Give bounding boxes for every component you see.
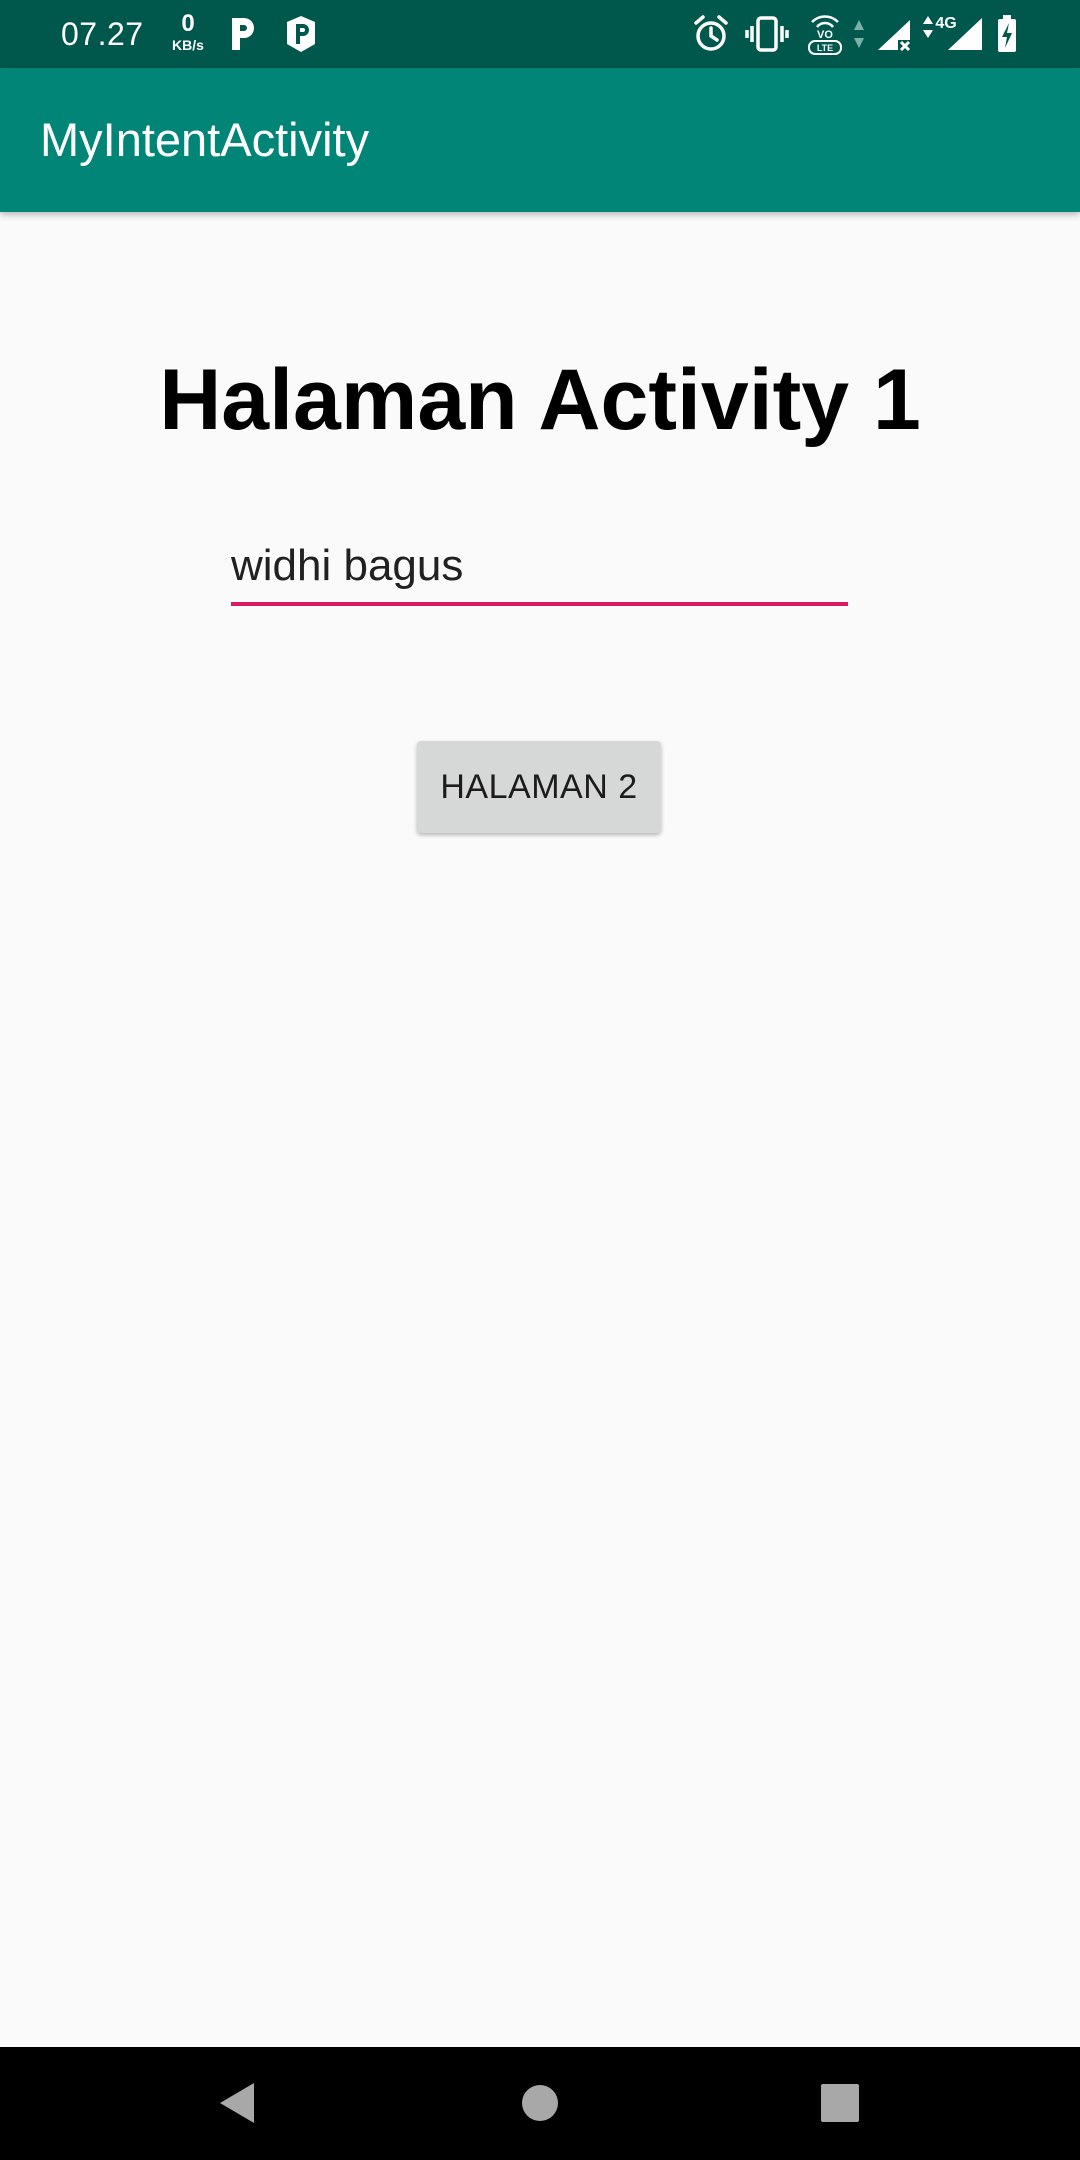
network-speed-unit: KB/s <box>172 37 204 53</box>
home-button[interactable] <box>510 2075 570 2135</box>
parking-shield-icon <box>284 14 318 59</box>
battery-charging-icon <box>996 14 1018 59</box>
home-icon <box>520 2083 560 2128</box>
input-underline <box>231 602 848 606</box>
name-input-field[interactable] <box>231 530 848 606</box>
vibrate-icon <box>745 14 789 59</box>
halaman-2-button[interactable]: HALAMAN 2 <box>417 741 661 833</box>
signal-no-service-icon <box>876 18 912 57</box>
volte-icon: VO LTE <box>806 14 844 61</box>
page-heading: Halaman Activity 1 <box>159 352 921 448</box>
app-title: MyIntentActivity <box>40 113 370 166</box>
network-speed-value: 0 <box>181 10 195 37</box>
back-button[interactable] <box>208 2075 268 2135</box>
status-bar: 07.27 0 KB/s VO LTE 4G <box>0 0 1080 68</box>
app-bar: MyIntentActivity <box>0 68 1080 212</box>
navigation-bar <box>0 2047 1080 2160</box>
svg-text:VO: VO <box>817 29 833 41</box>
screen: 07.27 0 KB/s VO LTE 4G MyIntentActivity … <box>0 0 1080 2160</box>
recents-icon <box>820 2083 860 2128</box>
svg-text:4G: 4G <box>935 15 956 32</box>
parking-icon <box>228 14 258 59</box>
alarm-icon <box>692 14 730 59</box>
svg-text:LTE: LTE <box>817 43 833 53</box>
back-icon <box>218 2081 258 2130</box>
recents-button[interactable] <box>810 2075 870 2135</box>
network-speed: 0 KB/s <box>166 10 210 53</box>
data-arrows-icon <box>852 18 866 55</box>
name-input[interactable] <box>231 530 848 602</box>
signal-4g-icon: 4G <box>922 12 984 57</box>
status-time: 07.27 <box>61 16 144 52</box>
